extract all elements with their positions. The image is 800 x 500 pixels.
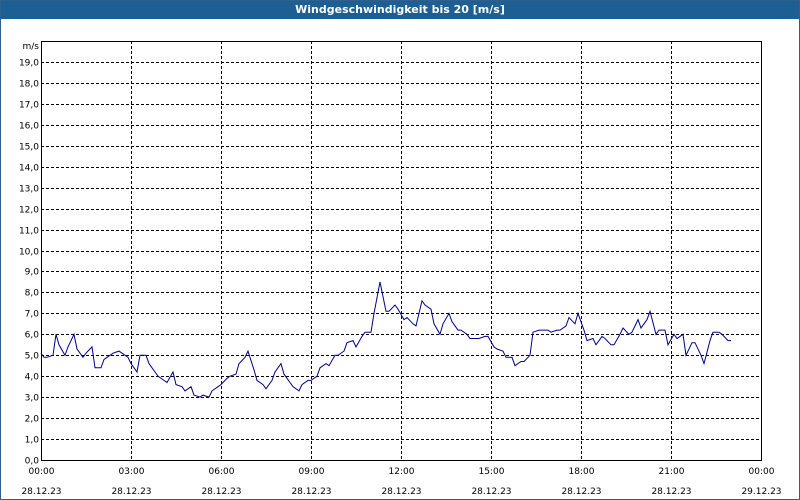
x-tick-date: 29.12.23 xyxy=(741,487,781,497)
y-tick-label: 1,0 xyxy=(25,436,40,446)
x-tick-date: 28.12.23 xyxy=(291,487,331,497)
window-title: Windgeschwindigkeit bis 20 [m/s] xyxy=(1,1,799,19)
x-tick-time: 21:00 xyxy=(659,467,685,477)
y-tick-label: 13,0 xyxy=(19,185,39,195)
x-tick-date: 28.12.23 xyxy=(21,487,61,497)
y-tick-label: 10,0 xyxy=(19,248,39,258)
y-tick-label: 14,0 xyxy=(19,164,39,174)
y-tick-label: 8,0 xyxy=(25,289,40,299)
y-tick-label: 2,0 xyxy=(25,415,40,425)
y-tick-label: 5,0 xyxy=(25,352,40,362)
y-axis-unit: m/s xyxy=(23,42,40,52)
y-tick-label: 0,0 xyxy=(25,457,40,467)
x-tick-date: 28.12.23 xyxy=(651,487,691,497)
x-tick-date: 28.12.23 xyxy=(111,487,151,497)
y-axis: m/s 0,0 1,0 2,0 3,0 4,0 5,0 6,0 7,0 8,0 9,0 10,0 11… xyxy=(19,42,39,467)
y-tick-label: 19,0 xyxy=(19,59,39,69)
chart-window: Windgeschwindigkeit bis 20 [m/s] m/s 0,0… xyxy=(0,0,800,500)
x-tick-date: 28.12.23 xyxy=(201,487,241,497)
wind-speed-chart: m/s 0,0 1,0 2,0 3,0 4,0 5,0 6,0 7,0 8,0 9,0 10,0 11… xyxy=(19,41,782,497)
x-tick-time: 06:00 xyxy=(209,467,235,477)
y-tick-label: 3,0 xyxy=(25,394,40,404)
y-tick-label: 11,0 xyxy=(19,227,39,237)
x-tick-time: 03:00 xyxy=(119,467,145,477)
x-tick-time: 00:00 xyxy=(749,467,775,477)
x-tick-time: 12:00 xyxy=(389,467,415,477)
series-line xyxy=(40,281,731,398)
y-tick-label: 12,0 xyxy=(19,206,39,216)
y-tick-label: 17,0 xyxy=(19,101,39,111)
x-tick-time: 15:00 xyxy=(479,467,505,477)
y-tick-label: 6,0 xyxy=(25,331,40,341)
x-tick-date: 28.12.23 xyxy=(471,487,511,497)
y-tick-label: 7,0 xyxy=(25,310,40,320)
y-tick-label: 15,0 xyxy=(19,143,39,153)
y-tick-label: 4,0 xyxy=(25,373,40,383)
y-tick-label: 18,0 xyxy=(19,80,39,90)
x-tick-time: 09:00 xyxy=(299,467,325,477)
x-tick-time: 18:00 xyxy=(569,467,595,477)
x-tick-date: 28.12.23 xyxy=(381,487,421,497)
x-tick-date: 28.12.23 xyxy=(561,487,601,497)
grid xyxy=(41,41,761,460)
y-tick-label: 16,0 xyxy=(19,122,39,132)
y-tick-label: 9,0 xyxy=(25,268,40,278)
x-tick-time: 00:00 xyxy=(29,467,55,477)
x-axis: 00:00 28.12.23 03:00 28.12.23 06:00 28.12.23 0… xyxy=(21,467,781,497)
